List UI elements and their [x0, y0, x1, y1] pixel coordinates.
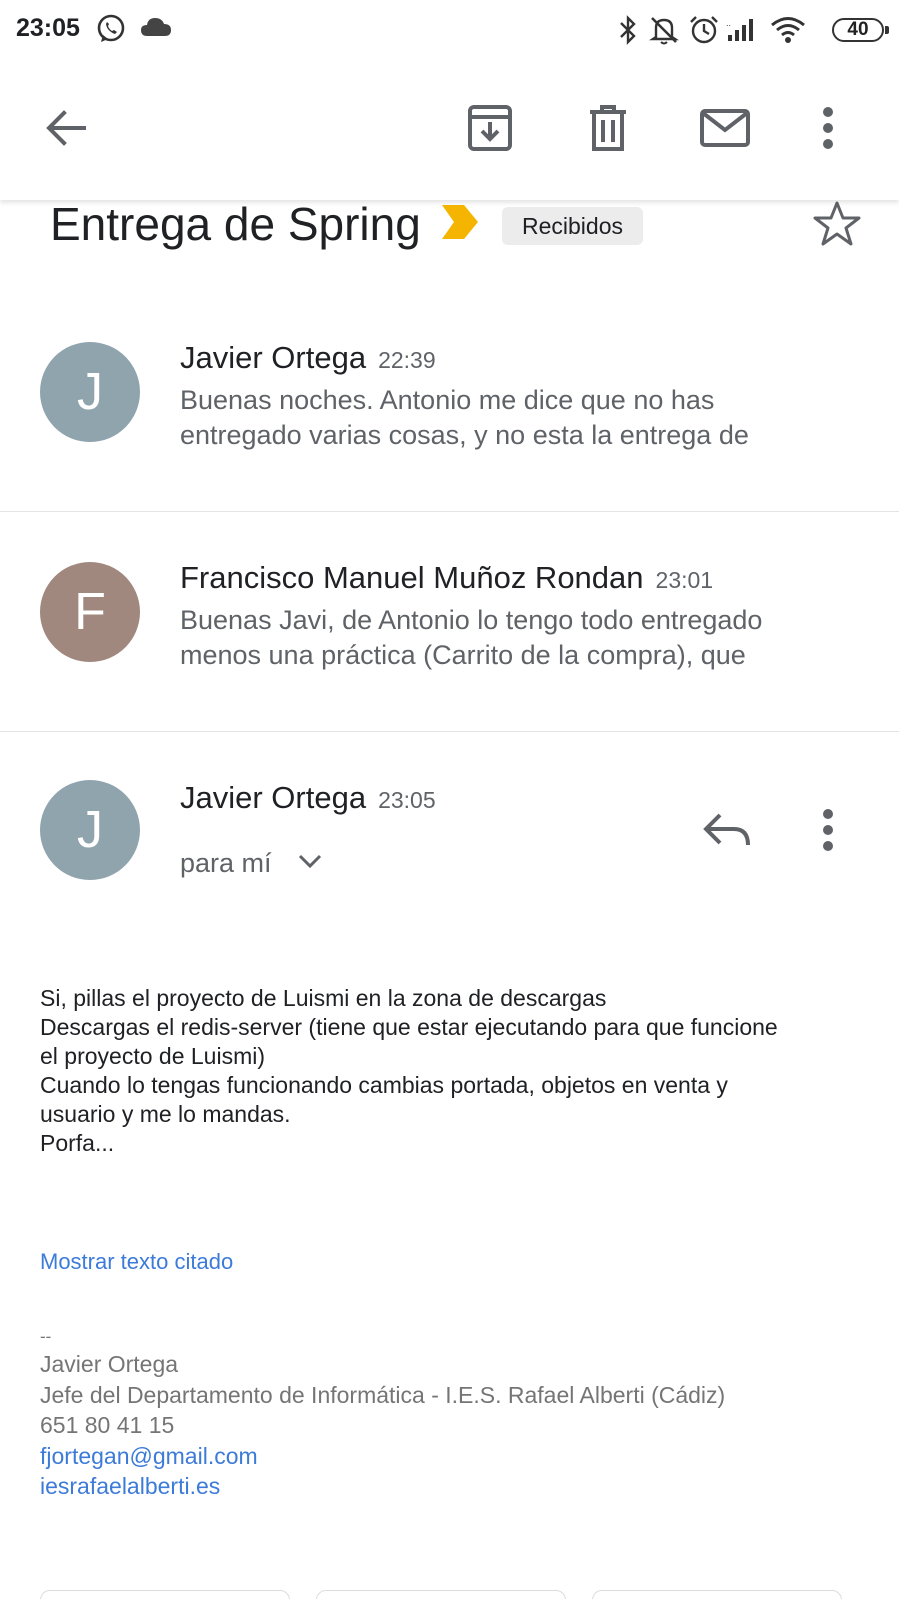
archive-button[interactable] — [464, 102, 516, 154]
message-time: 23:01 — [655, 567, 714, 593]
back-arrow-icon — [46, 110, 86, 146]
chevron-down-icon[interactable] — [298, 853, 322, 874]
app-bar — [0, 62, 899, 200]
signature-phone: 651 80 41 15 — [40, 1412, 175, 1438]
signature-website-link[interactable]: iesrafaelalberti.es — [40, 1471, 725, 1502]
status-time: 23:05 — [16, 14, 80, 42]
divider — [0, 511, 899, 512]
signature: -- Javier Ortega Jefe del Departamento d… — [40, 1325, 725, 1502]
snippet-line: Buenas Javi, de Antonio lo tengo todo en… — [180, 605, 763, 635]
divider — [0, 731, 899, 732]
message-collapsed[interactable]: F Francisco Manuel Muñoz Rondan 23:01 Bue… — [0, 540, 899, 730]
message-body: Si, pillas el proyecto de Luismi en la z… — [40, 984, 870, 1158]
message-more-button[interactable] — [808, 806, 848, 854]
label-chip-inbox[interactable]: Recibidos — [502, 207, 643, 245]
whatsapp-icon — [95, 13, 127, 50]
back-button[interactable] — [40, 102, 92, 154]
delete-icon — [590, 105, 626, 151]
snippet-line: entregado varias cosas, y no esta la ent… — [180, 420, 749, 450]
message-snippet: Buenas noches. Antonio me dice que no ha… — [180, 383, 870, 453]
signature-email-link[interactable]: fjortegan@gmail.com — [40, 1441, 725, 1472]
body-line: usuario y me lo mandas. — [40, 1101, 291, 1127]
reply-action-button[interactable] — [40, 1590, 290, 1599]
show-quoted-text-link[interactable]: Mostrar texto citado — [40, 1249, 233, 1275]
avatar[interactable]: F — [40, 562, 140, 662]
signature-role: Jefe del Departamento de Informática - I… — [40, 1381, 726, 1408]
more-vert-icon — [823, 107, 833, 149]
star-icon[interactable] — [812, 200, 862, 251]
wifi-icon — [770, 16, 806, 49]
sender: Javier Ortega 23:05 — [180, 780, 436, 816]
avatar[interactable]: J — [40, 342, 140, 442]
signature-separator: -- — [40, 1327, 52, 1346]
bluetooth-icon — [617, 14, 639, 51]
body-line: Si, pillas el proyecto de Luismi en la z… — [40, 985, 607, 1011]
body-line: el proyecto de Luismi) — [40, 1043, 265, 1069]
recipient-details[interactable]: para mí — [180, 848, 272, 879]
body-line: Porfa... — [40, 1130, 115, 1156]
message-time: 23:05 — [378, 787, 436, 813]
more-options-button[interactable] — [808, 102, 848, 154]
importance-marker-icon[interactable] — [442, 205, 478, 244]
body-line: Descargas el redis-server (tiene que est… — [40, 1014, 778, 1040]
body-line: Cuando lo tengas funcionando cambias por… — [40, 1072, 728, 1098]
reply-icon — [703, 813, 750, 846]
reply-all-action-button[interactable] — [316, 1590, 566, 1599]
signal-icon: .. — [726, 16, 758, 47]
more-vert-icon — [823, 809, 833, 851]
reply-button[interactable] — [698, 808, 756, 852]
mark-unread-icon — [700, 109, 750, 147]
snippet-line: menos una práctica (Carrito de la compra… — [180, 640, 746, 670]
forward-action-button[interactable] — [592, 1590, 842, 1599]
sender-name: Javier Ortega — [180, 340, 367, 375]
sender-name: Francisco Manuel Muñoz Rondan — [180, 560, 644, 595]
alarm-icon — [688, 14, 720, 51]
message-collapsed[interactable]: J Javier Ortega 22:39 Buenas noches. Anto… — [0, 320, 899, 510]
svg-text:..: .. — [726, 18, 731, 28]
status-bar: 23:05 .. 40 — [0, 0, 899, 62]
battery-icon: 40 — [832, 18, 889, 42]
signature-name: Javier Ortega — [40, 1351, 179, 1377]
delete-button[interactable] — [582, 102, 634, 154]
snippet-line: Buenas noches. Antonio me dice que no ha… — [180, 385, 715, 415]
message-expanded-header: J Javier Ortega 23:05 — [0, 760, 899, 900]
mark-unread-button[interactable] — [696, 102, 754, 154]
sender: Francisco Manuel Muñoz Rondan 23:01 — [180, 560, 713, 596]
mute-icon — [648, 14, 680, 51]
message-snippet: Buenas Javi, de Antonio lo tengo todo en… — [180, 603, 870, 673]
sender-name: Javier Ortega — [180, 780, 367, 815]
subject-title: Entrega de Spring — [50, 198, 421, 250]
cloud-icon — [140, 16, 172, 43]
archive-icon — [468, 105, 512, 151]
avatar[interactable]: J — [40, 780, 140, 880]
sender: Javier Ortega 22:39 — [180, 340, 436, 376]
message-time: 22:39 — [378, 347, 436, 373]
